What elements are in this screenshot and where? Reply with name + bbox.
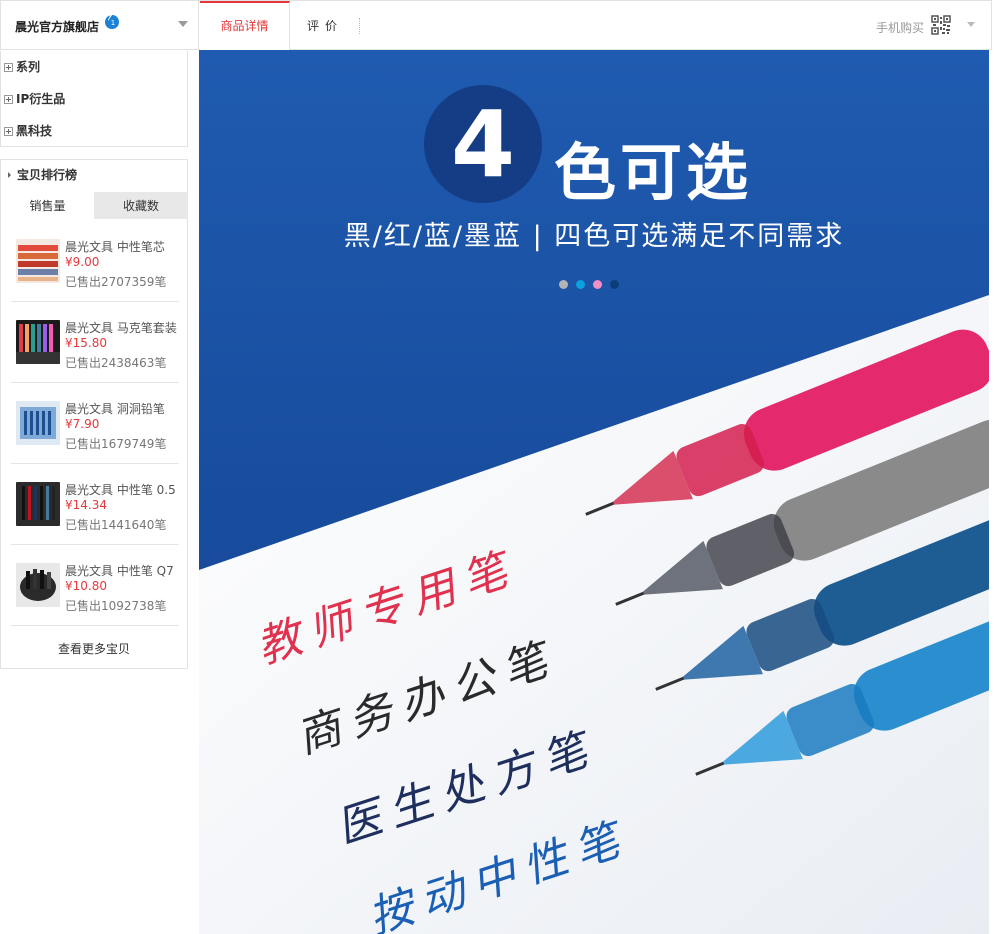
- product-price: ¥9.00: [65, 255, 100, 269]
- ranking-title: 宝贝排行榜: [7, 166, 77, 183]
- expand-plus-icon[interactable]: [4, 63, 13, 72]
- shop-name[interactable]: 晨光官方旗舰店: [15, 18, 99, 35]
- category-item-ip[interactable]: IP衍生品: [4, 89, 65, 109]
- category-item-series[interactable]: 系列: [4, 57, 40, 77]
- product-thumbnail[interactable]: [16, 320, 60, 364]
- svg-text:1: 1: [111, 19, 115, 27]
- ranking-item[interactable]: 晨光文具 中性笔芯 ¥9.00 已售出2707359笔: [11, 222, 179, 302]
- tab-divider: [359, 18, 360, 34]
- product-name[interactable]: 晨光文具 马克笔套装: [65, 319, 177, 336]
- ranking-item[interactable]: 晨光文具 中性笔 0.5 ¥14.34 已售出1441640笔: [11, 465, 179, 545]
- product-banner: 4 色可选 黑/红/蓝/墨蓝 | 四色可选满足不同需求 教师专用笔 商务办公笔 …: [199, 50, 989, 934]
- category-label[interactable]: 黑科技: [16, 124, 52, 138]
- color-dot: [610, 280, 619, 289]
- expand-plus-icon[interactable]: [4, 127, 13, 136]
- color-dot: [576, 280, 585, 289]
- mobile-buy[interactable]: 手机购买: [859, 1, 979, 50]
- product-name[interactable]: 晨光文具 中性笔 0.5: [65, 481, 177, 498]
- color-dot: [559, 280, 568, 289]
- tab-sales-volume[interactable]: 销售量: [1, 192, 94, 219]
- category-item-tech[interactable]: 黑科技: [4, 121, 52, 141]
- ranking-item[interactable]: 晨光文具 洞洞铅笔 ¥7.90 已售出1679749笔: [11, 384, 179, 464]
- product-sold-count: 已售出1092738笔: [65, 599, 167, 613]
- color-dots: [559, 278, 627, 289]
- top-bar: 晨光官方旗舰店 1 商品详情 评价 手机购买: [0, 0, 992, 50]
- category-label[interactable]: IP衍生品: [16, 92, 65, 106]
- view-more-link[interactable]: 查看更多宝贝: [1, 640, 187, 657]
- banner-subtitle: 黑/红/蓝/墨蓝 | 四色可选满足不同需求: [343, 221, 845, 252]
- color-dot: [593, 280, 602, 289]
- product-price: ¥15.80: [65, 336, 107, 350]
- product-thumbnail[interactable]: [16, 563, 60, 607]
- product-price: ¥14.34: [65, 498, 107, 512]
- product-sold-count: 已售出1679749笔: [65, 437, 167, 451]
- product-name[interactable]: 晨光文具 中性笔芯: [65, 238, 177, 255]
- product-price: ¥10.80: [65, 579, 107, 593]
- ranking-item[interactable]: 晨光文具 马克笔套装 ¥15.80 已售出2438463笔: [11, 303, 179, 383]
- product-price: ¥7.90: [65, 417, 100, 431]
- product-thumbnail[interactable]: [16, 482, 60, 526]
- tab-product-detail[interactable]: 商品详情: [200, 1, 290, 50]
- product-sold-count: 已售出2438463笔: [65, 356, 167, 370]
- product-name[interactable]: 晨光文具 中性笔 Q7: [65, 562, 177, 579]
- product-sold-count: 已售出2707359笔: [65, 275, 167, 289]
- category-label[interactable]: 系列: [16, 60, 40, 74]
- qr-code-icon[interactable]: [931, 15, 951, 35]
- shop-badge-icon: 1: [105, 15, 119, 29]
- mobile-dropdown-icon[interactable]: [967, 22, 975, 27]
- tab-reviews[interactable]: 评价: [291, 1, 359, 50]
- expand-plus-icon[interactable]: [4, 95, 13, 104]
- product-sold-count: 已售出1441640笔: [65, 518, 167, 532]
- tab-favorites[interactable]: 收藏数: [94, 192, 188, 219]
- product-thumbnail[interactable]: [16, 401, 60, 445]
- ranking-box: 宝贝排行榜 销售量 收藏数 晨光文具 中性笔芯 ¥9.00 已售出2707359…: [0, 159, 188, 669]
- mobile-buy-label[interactable]: 手机购买: [876, 19, 924, 36]
- category-box: 系列 IP衍生品 黑科技: [0, 51, 188, 147]
- product-thumbnail[interactable]: [16, 239, 60, 283]
- banner-title: 色可选: [554, 136, 753, 209]
- product-name[interactable]: 晨光文具 洞洞铅笔: [65, 400, 177, 417]
- ranking-title-text: 宝贝排行榜: [17, 168, 78, 182]
- ranking-item[interactable]: 晨光文具 中性笔 Q7 ¥10.80 已售出1092738笔: [11, 546, 179, 626]
- color-count-number: 4: [450, 91, 515, 198]
- shop-selector[interactable]: 晨光官方旗舰店 1: [1, 1, 199, 50]
- shop-dropdown-icon[interactable]: [178, 21, 188, 27]
